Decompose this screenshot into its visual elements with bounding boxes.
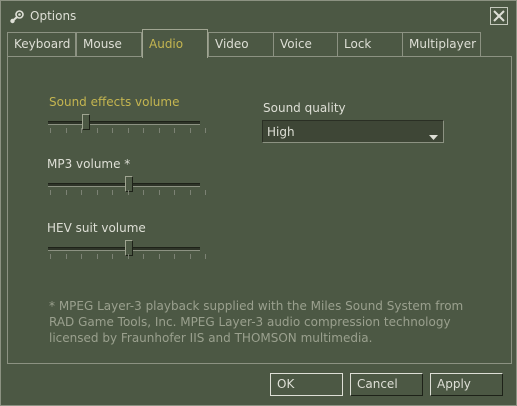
sound-effects-slider[interactable]	[48, 114, 208, 136]
hev-suit-volume-label: HEV suit volume	[47, 221, 146, 235]
slider-tick	[81, 254, 82, 259]
slider-tick	[66, 254, 67, 259]
steam-icon	[9, 9, 25, 25]
slider-tick	[112, 128, 113, 133]
tab-audio[interactable]: Audio	[142, 29, 208, 58]
chevron-down-icon[interactable]	[429, 129, 438, 143]
hev-suit-volume-slider[interactable]	[48, 240, 208, 262]
slider-tick	[81, 190, 82, 195]
slider-tick	[143, 128, 144, 133]
sound-quality-dropdown[interactable]: High	[262, 120, 444, 143]
slider-tick	[174, 254, 175, 259]
slider-tick	[174, 128, 175, 133]
ok-button[interactable]: OK	[270, 373, 343, 396]
slider-tick	[159, 128, 160, 133]
slider-tick	[205, 254, 206, 259]
sound-quality-label: Sound quality	[263, 101, 346, 115]
slider-tick	[143, 190, 144, 195]
tab-video[interactable]: Video	[208, 32, 274, 57]
slider-tick	[97, 190, 98, 195]
slider-tick	[128, 190, 129, 195]
slider-tick	[159, 254, 160, 259]
title-bar[interactable]: Options	[1, 1, 516, 31]
slider-tick	[97, 254, 98, 259]
slider-tick	[66, 190, 67, 195]
close-button[interactable]	[490, 7, 508, 25]
mp3-license-note: * MPEG Layer-3 playback supplied with th…	[49, 299, 464, 345]
tab-keyboard[interactable]: Keyboard	[7, 32, 76, 57]
tab-multiplayer[interactable]: Multiplayer	[402, 32, 481, 57]
apply-button[interactable]: Apply	[430, 373, 503, 396]
slider-tick	[50, 254, 51, 259]
slider-tick	[190, 128, 191, 133]
slider-tick	[128, 254, 129, 259]
window-title: Options	[30, 9, 77, 23]
slider-tick	[50, 190, 51, 195]
mp3-volume-label: MP3 volume *	[47, 157, 131, 171]
options-window: Options Keyboard Mouse Audio Video Voice…	[0, 0, 517, 406]
close-icon	[493, 10, 505, 22]
slider-tick	[159, 190, 160, 195]
slider-tick	[97, 128, 98, 133]
slider-tick	[205, 190, 206, 195]
mp3-volume-slider[interactable]	[48, 176, 208, 198]
slider-tick	[81, 128, 82, 133]
tab-mouse[interactable]: Mouse	[76, 32, 142, 57]
slider-tick	[128, 128, 129, 133]
slider-tick	[205, 128, 206, 133]
tab-lock[interactable]: Lock	[337, 32, 403, 57]
slider-tick	[66, 128, 67, 133]
slider-tick	[112, 254, 113, 259]
slider-tick	[190, 254, 191, 259]
sound-effects-label: Sound effects volume	[49, 95, 180, 109]
slider-tick	[190, 190, 191, 195]
slider-tick	[112, 190, 113, 195]
slider-tick	[174, 190, 175, 195]
cancel-button[interactable]: Cancel	[350, 373, 423, 396]
slider-tick	[143, 254, 144, 259]
tab-voice[interactable]: Voice	[273, 32, 339, 57]
sound-quality-value: High	[267, 125, 295, 139]
slider-tick	[50, 128, 51, 133]
